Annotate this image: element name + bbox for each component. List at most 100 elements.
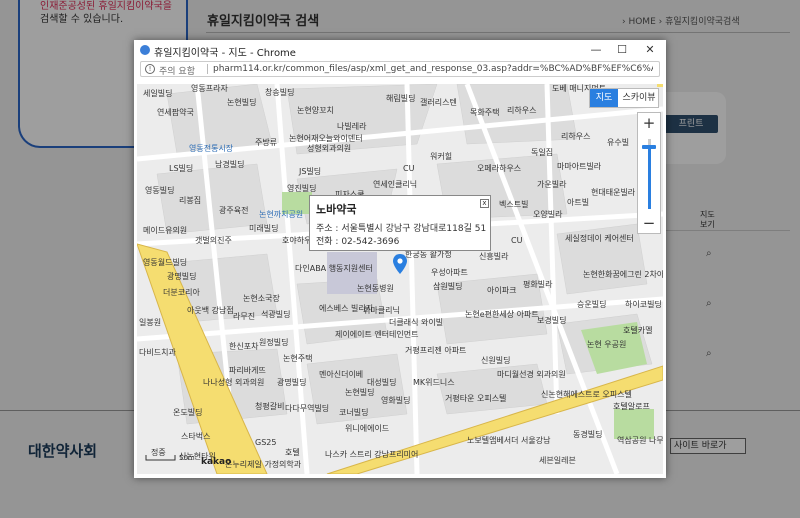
map-label: 신흥빌라 [479, 252, 509, 261]
map-label: 거평타운 오피스텔 [445, 394, 507, 403]
map-label: 다인ABA 행동지원센터 [295, 264, 373, 273]
map-label: 호텔알로프 [613, 402, 650, 411]
map-label: 온누리제일 가정의학과 [225, 460, 302, 469]
map-label: 미래빌딩 [249, 224, 279, 233]
map-label: 나스카 스트리 강남프리미어 [325, 450, 419, 459]
chrome-icon [140, 45, 150, 55]
map-label: 갤러리스텐 [420, 98, 457, 107]
map-label: 광주육전 [219, 206, 249, 215]
zoom-out-button[interactable]: − [638, 213, 660, 233]
map-label: 코너빌딩 [339, 408, 369, 417]
pharmacy-info-window: 노바약국 주소 : 서울특별시 강남구 강남대로118길 51 전화 : 02-… [309, 195, 491, 251]
map-label: 하이코빌딩 [625, 300, 662, 309]
address-separator [207, 64, 208, 74]
map-label: 성형외과의원 [307, 144, 352, 153]
map-label: 광명빌딩 [167, 272, 197, 281]
map-label: 영진빌딩 [287, 184, 317, 193]
map-label: MK위드니스 [413, 378, 455, 387]
map-canvas[interactable]: 세일빌딩 영동프라자 창송빌딩 논현빌딩 해림빌딩 갤러리스텐 연세팜약국 논현… [137, 84, 663, 474]
map-label: 리하우스 [507, 106, 537, 115]
map-label: 논현 우공원 [587, 340, 627, 349]
map-label: LS빌딩 [169, 164, 194, 173]
popup-window: 휴일지킴이약국 - 지도 - Chrome — ☐ ✕ ! 주의 요함 phar… [134, 40, 666, 478]
location-pin-icon[interactable] [393, 254, 407, 274]
zoom-slider-fill [648, 147, 651, 209]
map-label: 유수빌 [607, 138, 630, 147]
map-label: 다비드치과 [139, 348, 176, 357]
map-label: 더클래식 와이빌 [389, 318, 444, 327]
zoom-control: + − [637, 112, 661, 234]
zoom-slider-handle[interactable] [642, 145, 656, 149]
map-label: 마마아트빌라 [557, 162, 602, 171]
map-label: 현대태운빌라 [591, 188, 636, 197]
map-label: 논현주택 [283, 354, 313, 363]
map-label: 마디월선경 외과의원 [497, 370, 566, 379]
map-label: 논현소국장 [243, 294, 280, 303]
warning-icon[interactable]: ! [145, 64, 155, 74]
map-label: 해림빌딩 [386, 94, 416, 103]
map-label: 리하우스 [561, 132, 591, 141]
map-label: 다다무역빌딩 [285, 404, 330, 413]
pharmacy-phone: 전화 : 02-542-3696 [316, 237, 400, 247]
map-scale: 50m [145, 454, 195, 464]
map-label: 한신포차 [229, 342, 259, 351]
map-base [137, 84, 663, 474]
map-label: 영화빌딩 [381, 396, 411, 405]
maximize-button[interactable]: ☐ [612, 42, 632, 58]
map-label: 아웃백 강남점 [187, 306, 234, 315]
map-label: 영동전통시장 [189, 144, 234, 153]
map-label: 논현까치공원 [259, 210, 304, 219]
map-provider-logo: kakao [201, 457, 232, 467]
map-label: 논현한화꿈에그린 2차아파트 [583, 270, 663, 279]
map-view-button[interactable]: 지도 [590, 89, 618, 107]
map-label: 목화주택 [470, 108, 500, 117]
map-label: 연세인클리닉 [373, 180, 418, 189]
map-label: 대성빌딩 [367, 378, 397, 387]
map-label: 가운빌라 [537, 180, 567, 189]
map-label: 더분코리아 [163, 288, 200, 297]
map-label: 남경빌딩 [215, 160, 245, 169]
map-label: 영동빌딩 [145, 186, 175, 195]
map-label: 나나성형 외과의원 [203, 378, 265, 387]
map-label: 삼원빌딩 [433, 282, 463, 291]
window-titlebar[interactable]: 휴일지킴이약국 - 지도 - Chrome — ☐ ✕ [134, 40, 666, 60]
map-label: 논현양꼬치 [297, 106, 334, 115]
map-label: 평화빌라 [523, 280, 553, 289]
close-button[interactable]: ✕ [640, 42, 660, 58]
map-label: 보경빌딩 [537, 316, 567, 325]
map-label: 영동프라자 [191, 84, 228, 93]
map-label: CU [403, 164, 415, 173]
map-label: 석광빌딩 [261, 310, 291, 319]
map-label: 아이파크 [487, 286, 517, 295]
map-label: 승운빌딩 [577, 300, 607, 309]
map-label: 논현e편한세상 아파트 [465, 310, 539, 319]
map-label: 원정빌딩 [259, 338, 289, 347]
map-label: 세실정데이 케어센터 [565, 234, 634, 243]
map-label: 호텔카멜 [623, 326, 653, 335]
info-close-icon[interactable]: x [480, 199, 489, 208]
map-label: 한궁동 활가정 [405, 250, 452, 259]
map-label: 우성아파트 [431, 268, 468, 277]
map-label: CU [511, 236, 523, 245]
skyview-button[interactable]: 스카이뷰 [620, 89, 658, 107]
map-label: 논현빌딩 [227, 98, 257, 107]
map-label: 세븐일레븐 [539, 456, 576, 465]
map-label: 주방류 [255, 138, 278, 147]
map-label: 온도빌딩 [173, 408, 203, 417]
map-label: 신원빌딩 [481, 356, 511, 365]
map-label: 동경빌딩 [573, 430, 603, 439]
map-label: 논현빌딩 [345, 388, 375, 397]
zoom-in-button[interactable]: + [638, 113, 660, 133]
map-label: 광명빌딩 [277, 378, 307, 387]
map-label: 워커힐 [430, 152, 453, 161]
map-label: 리봉집 [179, 196, 202, 205]
map-label: 오페라하우스 [477, 164, 522, 173]
security-warning[interactable]: 주의 요함 [159, 64, 195, 77]
url-text[interactable]: pharm114.or.kr/common_files/asp/xml_get_… [213, 64, 653, 74]
minimize-button[interactable]: — [586, 42, 606, 58]
map-label: 위니에에이드 [345, 424, 390, 433]
address-bar[interactable]: ! 주의 요함 pharm114.or.kr/common_files/asp/… [140, 61, 660, 77]
map-label: 벡스트빌 [499, 200, 529, 209]
map-label: 노보텔앰베서더 서울강남 [467, 436, 551, 445]
map-label: 휘마클리닉 [363, 306, 400, 315]
